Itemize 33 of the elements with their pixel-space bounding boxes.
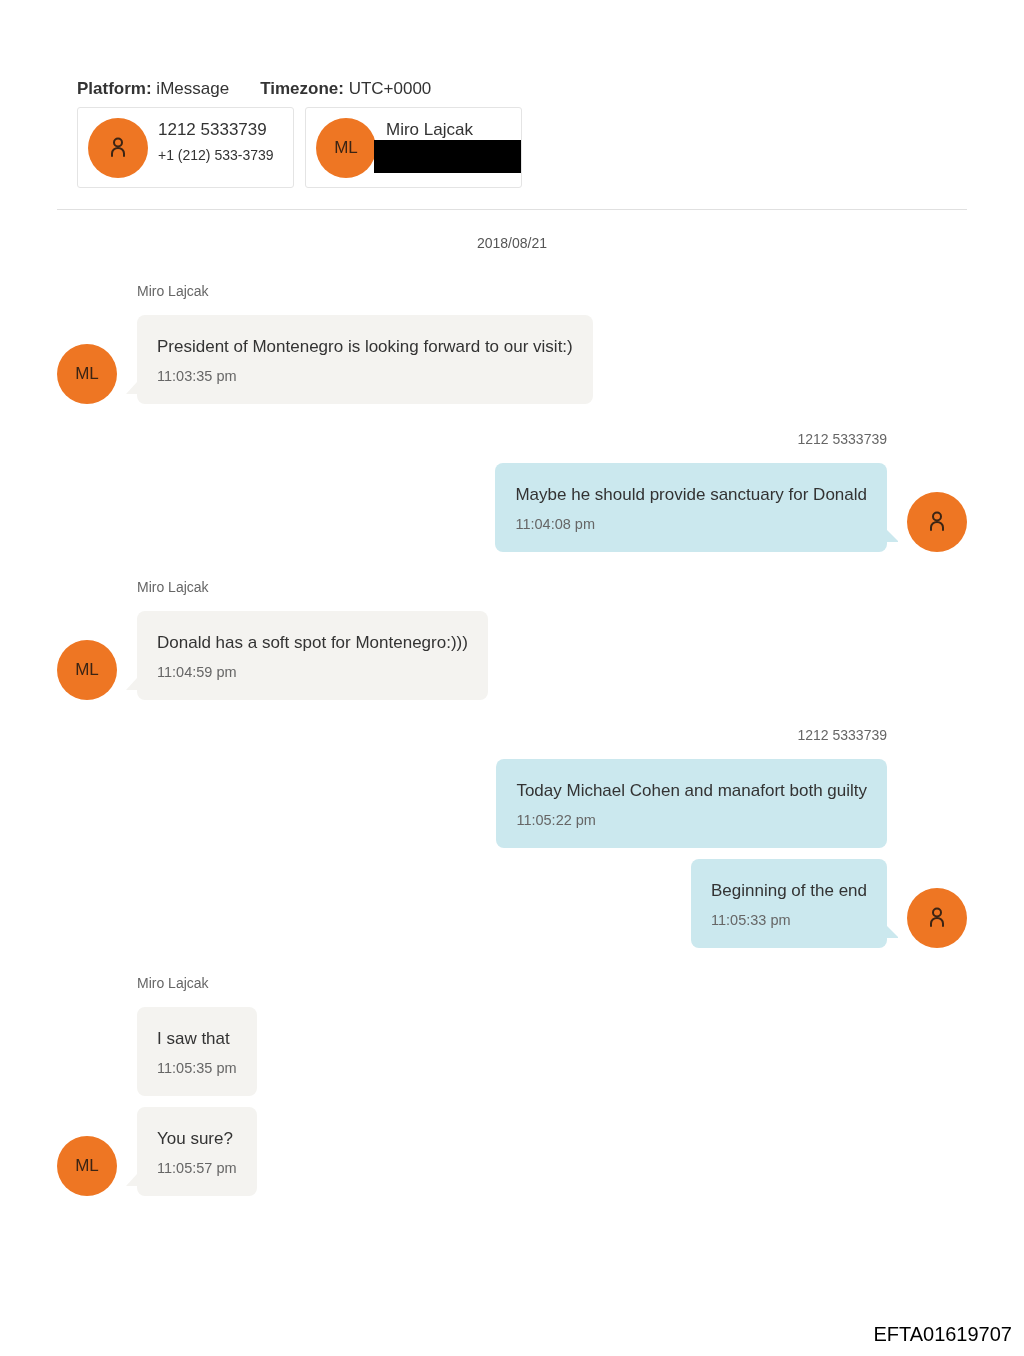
message-text: Today Michael Cohen and manafort both guilty xyxy=(516,780,867,802)
person-avatar-icon xyxy=(907,492,967,552)
message-time: 11:05:33 pm xyxy=(711,911,792,930)
participant-name: 1212 5333739 xyxy=(157,120,268,140)
message-time: 11:03:35 pm xyxy=(157,367,238,386)
message-time: 11:05:57 pm xyxy=(157,1159,237,1178)
sender-name: Miro Lajcak xyxy=(137,283,209,299)
initials-avatar: ML xyxy=(57,1136,117,1196)
participant-phone: +1 (212) 533-3739 xyxy=(157,146,275,165)
message-text: I saw that xyxy=(157,1028,231,1050)
initials-avatar: ML xyxy=(57,640,117,700)
message-time: 11:05:35 pm xyxy=(157,1059,237,1078)
message-text: Maybe he should provide sanctuary for Donald xyxy=(515,484,867,506)
metadata-field: Timezone: UTC+0000 xyxy=(260,78,432,99)
document-id: EFTA01619707 xyxy=(873,1323,1012,1345)
sender-name: 1212 5333739 xyxy=(797,727,887,743)
message-text: Donald has a soft spot for Montenegro:))) xyxy=(157,632,468,654)
message-text: President of Montenegro is looking forward to our visit:) xyxy=(157,336,573,358)
message-time: 11:04:59 pm xyxy=(157,663,238,682)
message-text: Beginning of the end xyxy=(711,880,867,902)
date-separator: 2018/08/21 xyxy=(476,234,548,253)
participant-name: Miro Lajcak xyxy=(385,120,474,140)
sender-name: 1212 5333739 xyxy=(797,431,887,447)
initials-avatar: ML xyxy=(316,117,376,178)
sender-name: Miro Lajcak xyxy=(137,579,209,595)
message-text: You sure? xyxy=(157,1128,234,1150)
message-time: 11:05:22 pm xyxy=(516,811,597,830)
metadata-field: Platform: iMessage xyxy=(77,78,230,99)
initials-avatar: ML xyxy=(57,344,117,404)
person-avatar-icon xyxy=(88,117,148,178)
message-time: 11:04:08 pm xyxy=(515,515,596,534)
sender-name: Miro Lajcak xyxy=(137,975,209,991)
person-avatar-icon xyxy=(907,888,967,948)
